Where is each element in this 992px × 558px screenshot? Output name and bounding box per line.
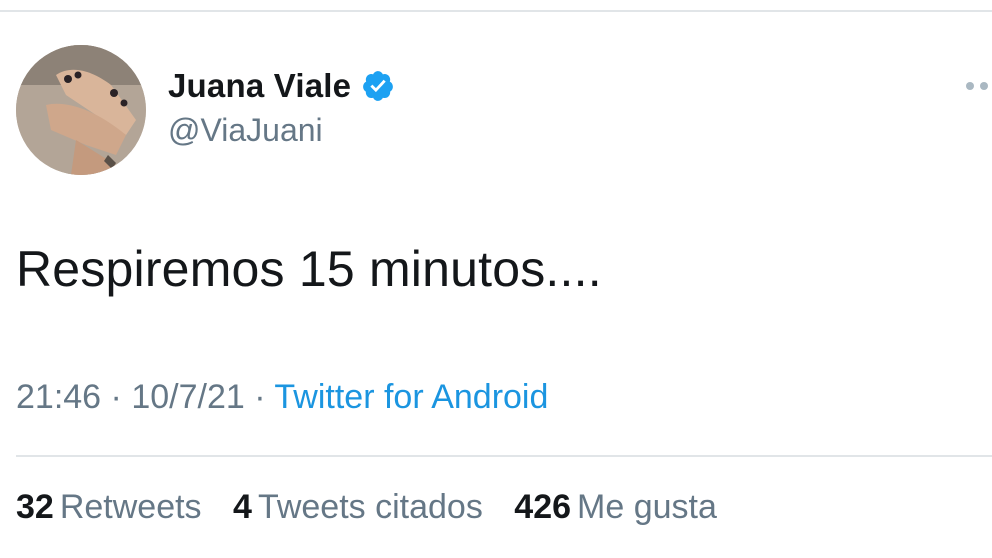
quote-tweets-stat[interactable]: 4 Tweets citados [233, 488, 483, 526]
tweet-text: Respiremos 15 minutos.... [16, 241, 602, 297]
verified-badge-icon [361, 69, 395, 103]
top-divider [0, 10, 992, 12]
display-name[interactable]: Juana Viale [168, 67, 351, 105]
retweets-stat[interactable]: 32 Retweets [16, 488, 202, 526]
tweet-detail: Juana Viale @ViaJuani Respiremos 15 minu… [0, 0, 992, 558]
author-handle[interactable]: @ViaJuani [168, 112, 323, 149]
avatar-image [16, 45, 146, 175]
stats-divider [16, 455, 992, 457]
tweet-meta: 21:46 · 10/7/21 · Twitter for Android [16, 378, 548, 417]
likes-stat[interactable]: 426 Me gusta [514, 488, 717, 526]
meta-separator: · [254, 378, 275, 416]
avatar[interactable] [16, 45, 146, 175]
meta-separator: · [110, 378, 132, 416]
tweet-date[interactable]: 10/7/21 [131, 378, 244, 416]
author-name-row[interactable]: Juana Viale [168, 64, 395, 108]
tweet-source-link[interactable]: Twitter for Android [274, 378, 548, 416]
more-options-icon[interactable] [966, 80, 992, 92]
tweet-time[interactable]: 21:46 [16, 378, 101, 416]
tweet-stats: 32 Retweets 4 Tweets citados 426 Me gusta [16, 488, 739, 527]
